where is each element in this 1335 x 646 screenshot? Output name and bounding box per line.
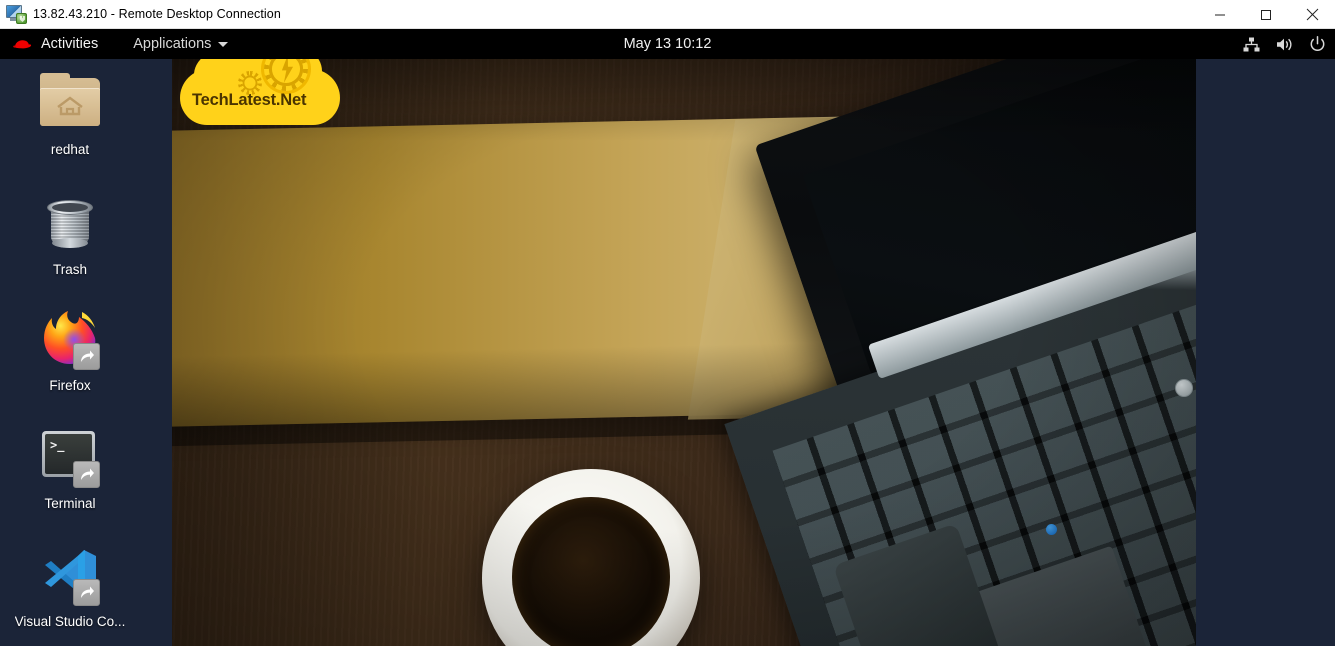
desktop-icon-label: redhat [50, 142, 90, 157]
remote-desktop-icon [5, 3, 27, 25]
terminal-icon: >_ [38, 425, 102, 489]
power-icon[interactable] [1308, 35, 1327, 54]
system-tray [1242, 29, 1327, 59]
volume-icon[interactable] [1275, 35, 1294, 54]
activities-button[interactable]: Activities [0, 29, 110, 59]
desktop-icon-label: Visual Studio Co... [14, 614, 126, 629]
desktop-icon-label: Terminal [44, 496, 96, 511]
window-title: 13.82.43.210 - Remote Desktop Connection [33, 7, 281, 21]
desktop-icon-firefox[interactable]: Firefox [11, 307, 129, 393]
shortcut-badge-icon [73, 579, 100, 606]
maximize-button[interactable] [1243, 0, 1289, 29]
desktop[interactable]: TechLatest.Net redhat Trash Firefox >_ T… [0, 59, 1335, 646]
activities-label: Activities [41, 36, 99, 52]
watermark-text: TechLatest.Net [192, 91, 307, 109]
redhat-fedora-icon [12, 37, 32, 51]
desktop-icon-redhat[interactable]: redhat [11, 71, 129, 157]
applications-menu[interactable]: Applications [119, 29, 242, 59]
desktop-icon-visual-studio-code[interactable]: Visual Studio Co... [11, 543, 129, 629]
rdp-title-bar: 13.82.43.210 - Remote Desktop Connection [0, 0, 1335, 29]
desktop-icon-label: Trash [52, 262, 87, 277]
shortcut-badge-icon [73, 343, 100, 370]
close-button[interactable] [1289, 0, 1335, 29]
gnome-top-bar: Activities Applications May 13 10:12 [0, 29, 1335, 59]
applications-label: Applications [133, 36, 212, 52]
home-folder-icon [38, 71, 102, 135]
firefox-icon [38, 307, 102, 371]
minimize-button[interactable] [1197, 0, 1243, 29]
trash-icon [38, 191, 102, 255]
laptop-coffee-wallpaper: TechLatest.Net [172, 59, 1196, 646]
desktop-icon-trash[interactable]: Trash [11, 191, 129, 277]
window-controls [1197, 0, 1335, 29]
techlatest-watermark-logo: TechLatest.Net [180, 59, 350, 133]
desktop-icon-label: Firefox [49, 378, 91, 393]
shortcut-badge-icon [73, 461, 100, 488]
network-wired-icon[interactable] [1242, 35, 1261, 54]
desktop-icon-terminal[interactable]: >_ Terminal [11, 425, 129, 511]
visual-studio-code-icon [38, 543, 102, 607]
chevron-down-icon [218, 41, 229, 47]
